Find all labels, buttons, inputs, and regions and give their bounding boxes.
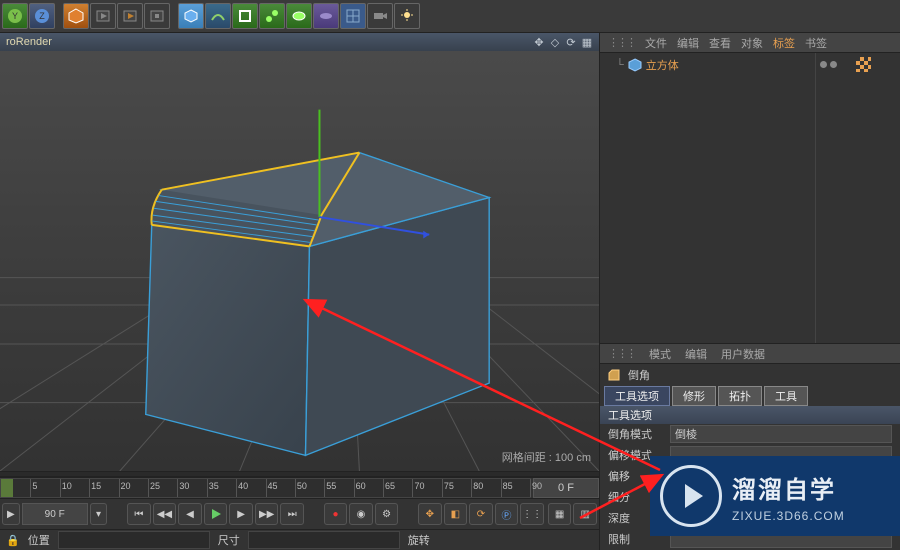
hierarchy-item-cube[interactable]: └ 立方体 xyxy=(616,57,679,73)
goto-start-button[interactable]: ⏮ xyxy=(127,503,151,525)
vp-layout-icon[interactable]: ▦ xyxy=(581,36,593,48)
goto-end-button[interactable]: ⏭ xyxy=(280,503,304,525)
tab-object[interactable]: 对象 xyxy=(741,35,763,51)
sel-mode2-icon[interactable]: ▥ xyxy=(573,503,597,525)
object-manager-tabs: ⋮⋮⋮ 文件 编辑 查看 对象 标签 书签 xyxy=(600,33,900,53)
record-button[interactable]: ● xyxy=(324,503,348,525)
drag-handle-icon[interactable]: ⋮⋮⋮ xyxy=(608,36,635,49)
play-button[interactable] xyxy=(204,503,228,525)
sel-mode1-icon[interactable]: ▦ xyxy=(548,503,572,525)
viewport-title-bar: roRender ✥ ◇ ⟳ ▦ xyxy=(0,33,599,51)
attribute-header: 倒角 xyxy=(600,364,900,385)
timeline-ruler[interactable]: 051015202530354045505560657075808590 xyxy=(0,478,531,498)
tab-edit[interactable]: 编辑 xyxy=(677,35,699,51)
position-field[interactable] xyxy=(58,531,210,549)
visibility-render-toggle[interactable] xyxy=(830,61,837,68)
end-frame-field[interactable] xyxy=(22,503,88,525)
drag-handle-icon[interactable]: ⋮⋮⋮ xyxy=(608,347,635,360)
section-tool-options: 工具选项 xyxy=(600,406,900,423)
attr-tab-mode[interactable]: 模式 xyxy=(649,346,671,362)
next-frame-button[interactable]: ▶ xyxy=(229,503,253,525)
nurbs-icon[interactable] xyxy=(232,3,258,29)
key-options-icon[interactable]: ⚙ xyxy=(375,503,399,525)
tab-view[interactable]: 查看 xyxy=(709,35,731,51)
render-icon[interactable] xyxy=(90,3,116,29)
svg-text:Z: Z xyxy=(39,11,45,21)
render-settings-icon[interactable] xyxy=(144,3,170,29)
cube-icon[interactable] xyxy=(63,3,89,29)
camera-icon[interactable] xyxy=(367,3,393,29)
key-rotate-icon[interactable]: ⟳ xyxy=(469,503,493,525)
lock-icon[interactable]: 🔒 xyxy=(6,534,20,547)
key-move-icon[interactable]: ✥ xyxy=(418,503,442,525)
top-toolbar: Y Z xyxy=(0,0,900,33)
key-pla-icon[interactable]: ⋮⋮ xyxy=(520,503,544,525)
texture-tag-icon[interactable] xyxy=(856,57,871,72)
btn-topology[interactable]: 拓扑 xyxy=(718,386,762,406)
key-param-icon[interactable]: Ⓟ xyxy=(495,503,519,525)
watermark-title: 溜溜自学 xyxy=(732,470,845,505)
tab-bookmarks[interactable]: 书签 xyxy=(805,35,827,51)
render-region-icon[interactable] xyxy=(117,3,143,29)
vp-move-icon[interactable]: ✥ xyxy=(533,36,545,48)
tab-tags[interactable]: 标签 xyxy=(773,35,795,51)
grid-spacing-label: 网格间距 : 100 cm xyxy=(502,449,591,465)
watermark-play-icon xyxy=(660,465,722,527)
object-name: 立方体 xyxy=(646,57,679,73)
size-field[interactable] xyxy=(248,531,400,549)
environment-icon[interactable] xyxy=(313,3,339,29)
size-label: 尺寸 xyxy=(212,532,246,548)
playhead[interactable] xyxy=(1,479,13,497)
prop-bevel-mode: 倒角模式 倒棱 xyxy=(600,424,900,445)
svg-text:Y: Y xyxy=(12,11,18,21)
attribute-tab-buttons: 工具选项 修形 拓扑 工具 xyxy=(600,385,900,406)
autokey-button[interactable]: ◉ xyxy=(349,503,373,525)
position-label: 位置 xyxy=(22,532,56,548)
rotation-label: 旋转 xyxy=(402,532,436,548)
prev-frame-button[interactable]: ◀ xyxy=(178,503,202,525)
attr-tab-edit[interactable]: 编辑 xyxy=(685,346,707,362)
renderer-label: roRender xyxy=(6,36,52,48)
tool-title: 倒角 xyxy=(628,367,650,383)
grid-icon[interactable] xyxy=(340,3,366,29)
object-hierarchy[interactable]: └ 立方体 xyxy=(600,53,900,344)
attr-tab-userdata[interactable]: 用户数据 xyxy=(721,346,765,362)
visibility-editor-toggle[interactable] xyxy=(820,61,827,68)
key-scale-icon[interactable]: ◧ xyxy=(444,503,468,525)
primitive-cube-icon[interactable] xyxy=(178,3,204,29)
play-sound-icon[interactable]: ▶ xyxy=(2,503,20,525)
next-key-button[interactable]: ▶▶ xyxy=(255,503,279,525)
btn-tool[interactable]: 工具 xyxy=(764,386,808,406)
cube-icon xyxy=(628,58,642,72)
bevel-mode-label: 倒角模式 xyxy=(608,426,664,442)
viewport[interactable]: 网格间距 : 100 cm xyxy=(0,51,599,471)
spline-icon[interactable] xyxy=(205,3,231,29)
axis-z-button[interactable]: Z xyxy=(29,3,55,29)
deformer-icon[interactable] xyxy=(286,3,312,29)
bevel-mode-dropdown[interactable]: 倒棱 xyxy=(670,425,892,443)
light-icon[interactable] xyxy=(394,3,420,29)
btn-tool-options[interactable]: 工具选项 xyxy=(604,386,670,406)
vp-rotate-icon[interactable]: ⟳ xyxy=(565,36,577,48)
axis-y-button[interactable]: Y xyxy=(2,3,28,29)
generator-icon[interactable] xyxy=(259,3,285,29)
timeline-ruler-row: 051015202530354045505560657075808590 0 F xyxy=(0,477,599,498)
transport-bar: ▶ ▾ ⏮ ◀◀ ◀ ▶ ▶▶ ⏭ ● ◉ ⚙ ✥ ◧ ⟳ Ⓟ ⋮⋮ xyxy=(0,498,599,529)
expand-icon[interactable]: └ xyxy=(616,59,624,71)
current-frame-display: 0 F xyxy=(533,478,599,498)
spinner-icon[interactable]: ▾ xyxy=(90,503,108,525)
watermark-url: ZIXUE.3D66.COM xyxy=(732,509,845,523)
coordinate-bar: 🔒 位置 尺寸 旋转 xyxy=(0,529,599,550)
watermark-banner: 溜溜自学 ZIXUE.3D66.COM xyxy=(650,456,900,536)
btn-shaping[interactable]: 修形 xyxy=(672,386,716,406)
vp-zoom-icon[interactable]: ◇ xyxy=(549,36,561,48)
tab-file[interactable]: 文件 xyxy=(645,35,667,51)
bevel-tool-icon xyxy=(606,367,622,383)
prev-key-button[interactable]: ◀◀ xyxy=(153,503,177,525)
attribute-manager-tabs: ⋮⋮⋮ 模式 编辑 用户数据 xyxy=(600,344,900,364)
